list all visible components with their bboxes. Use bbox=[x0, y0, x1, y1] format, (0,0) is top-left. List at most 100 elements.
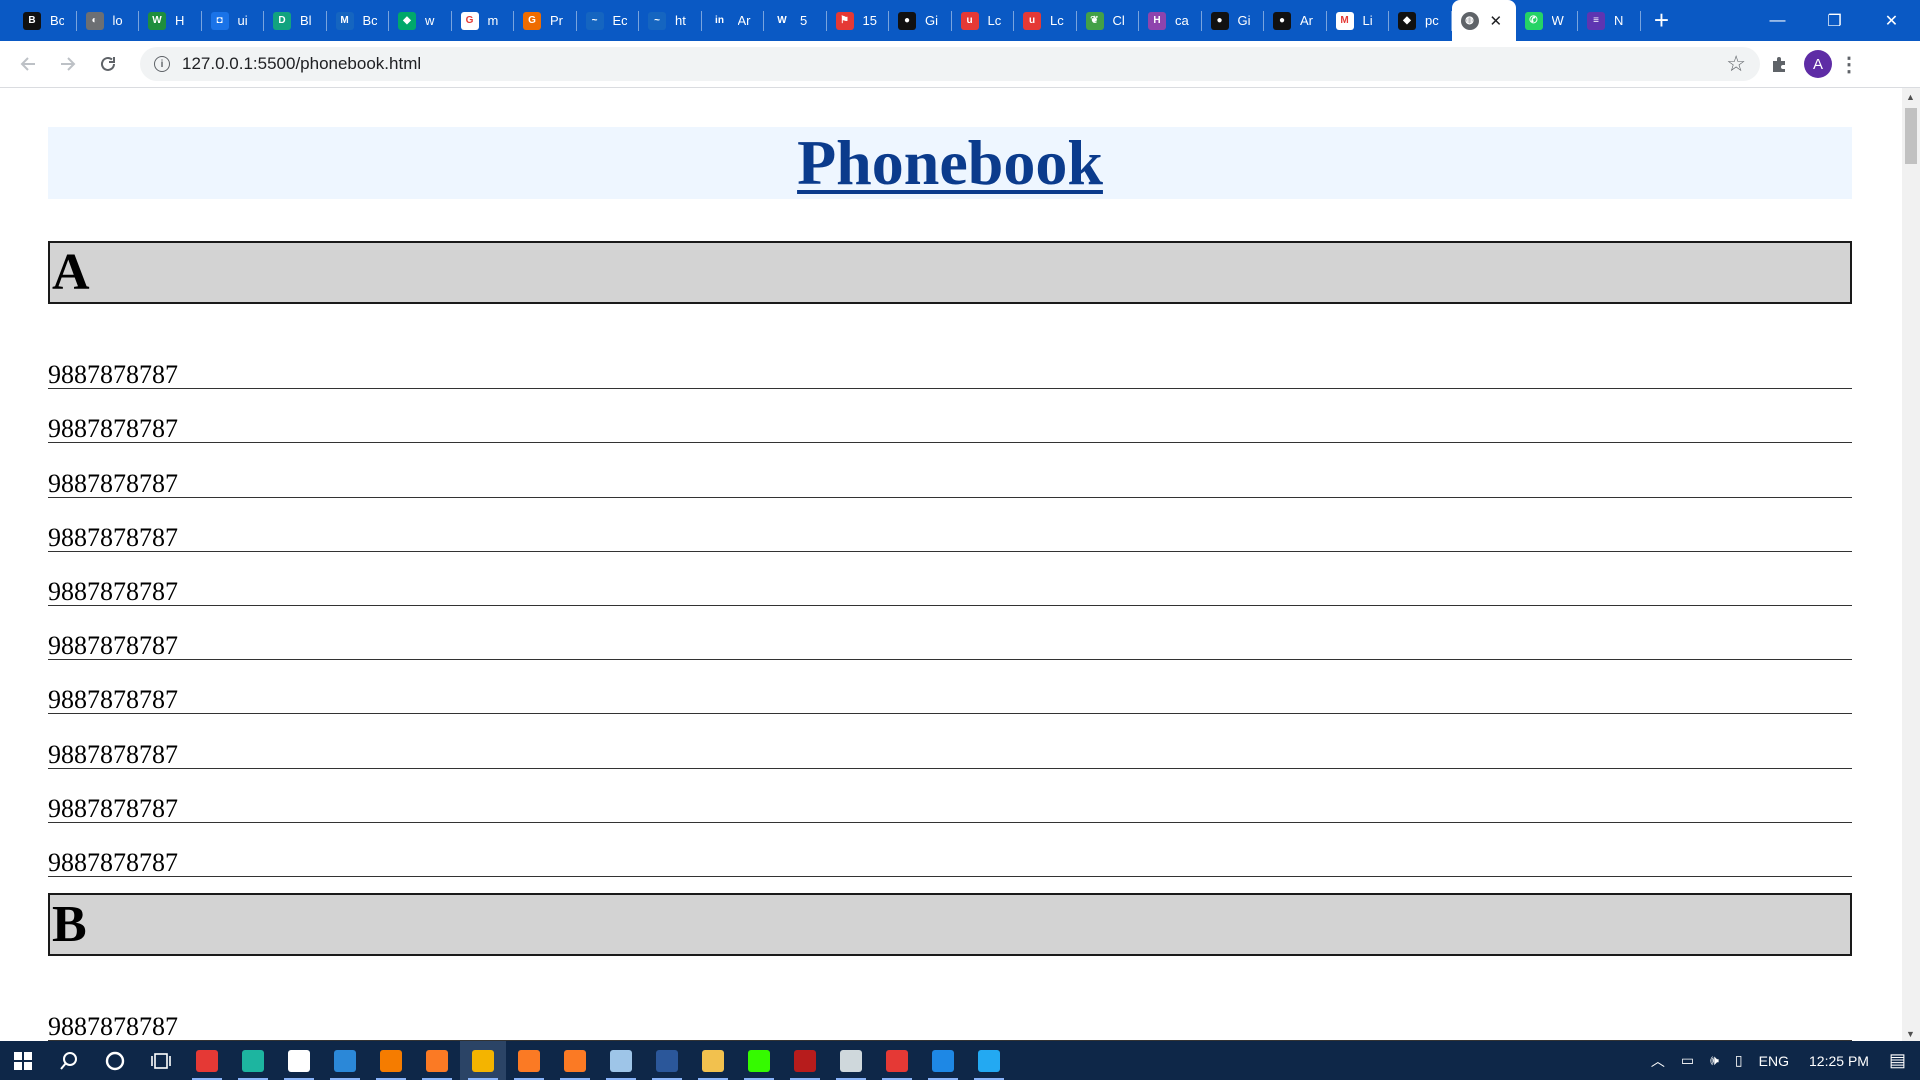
taskbar-app-app[interactable] bbox=[782, 1041, 828, 1080]
browser-tab[interactable]: M Bc bbox=[327, 0, 390, 41]
speaker-icon[interactable]: 🕪 bbox=[1710, 1052, 1719, 1069]
taskbar-app-mail[interactable] bbox=[322, 1041, 368, 1080]
browser-tab[interactable]: W5 bbox=[764, 0, 827, 41]
browser-tab[interactable]: ~ Ec bbox=[577, 0, 640, 41]
taskbar-app-store[interactable] bbox=[276, 1041, 322, 1080]
browser-tab[interactable]: D Bl bbox=[264, 0, 327, 41]
taskbar-app-edge[interactable] bbox=[230, 1041, 276, 1080]
grammarly-icon: G bbox=[523, 11, 541, 30]
edge-icon: ~ bbox=[585, 11, 604, 30]
browser-tab[interactable]: ~ ht bbox=[639, 0, 702, 41]
taskbar-apps bbox=[184, 1041, 1012, 1080]
taskbar-app-chrome[interactable] bbox=[460, 1041, 506, 1080]
taskbar-app-dreamweaver[interactable] bbox=[736, 1041, 782, 1080]
browser-tab[interactable]: ❦ Cl bbox=[1077, 0, 1140, 41]
u-icon: u bbox=[1023, 11, 1041, 30]
new-tab-button[interactable]: + bbox=[1641, 0, 1683, 41]
browser-tab[interactable]: G Pr bbox=[514, 0, 577, 41]
scroll-down-arrow-icon[interactable]: ▼ bbox=[1906, 1029, 1915, 1039]
close-tab-icon[interactable]: ✕ bbox=[1490, 12, 1503, 30]
browser-tab[interactable]: ● Ar bbox=[1264, 0, 1327, 41]
notifications-icon[interactable]: ▤ bbox=[1889, 1050, 1906, 1071]
language-indicator[interactable]: ENG bbox=[1759, 1053, 1789, 1069]
windows-logo-icon bbox=[14, 1051, 32, 1070]
phone-entry: 9887878787 bbox=[48, 606, 1852, 661]
tab-title: Ar bbox=[1300, 13, 1313, 28]
explorer-icon bbox=[702, 1049, 724, 1072]
browser-tab[interactable]: M Li bbox=[1327, 0, 1390, 41]
vlc-icon bbox=[380, 1049, 402, 1072]
taskbar-app-xampp[interactable] bbox=[414, 1041, 460, 1080]
url-text[interactable]: 127.0.0.1:5500/phonebook.html bbox=[182, 54, 421, 74]
browser-tab-active[interactable]: ◍ ✕ bbox=[1451, 0, 1516, 41]
browser-tab[interactable]: Gm bbox=[452, 0, 515, 41]
battery-icon[interactable]: ▭ bbox=[1681, 1052, 1694, 1069]
browser-tab[interactable]: ◘ ui bbox=[202, 0, 265, 41]
chevron-up-icon[interactable]: ︿ bbox=[1651, 1051, 1665, 1071]
section-letter: B bbox=[48, 893, 1852, 956]
browser-tab[interactable]: ● Gi bbox=[889, 0, 952, 41]
network-icon[interactable]: ▯ bbox=[1735, 1052, 1743, 1069]
tab-title: ui bbox=[237, 13, 248, 28]
taskbar-app-app[interactable] bbox=[828, 1041, 874, 1080]
phone-entry: 9887878787 bbox=[48, 714, 1852, 769]
taskbar-app-word[interactable] bbox=[644, 1041, 690, 1080]
tab-title: Lc bbox=[987, 13, 1002, 28]
info-icon[interactable]: i bbox=[154, 56, 170, 72]
taskbar-app-vscode[interactable] bbox=[966, 1041, 1012, 1080]
invision-icon: in bbox=[710, 11, 729, 30]
minimize-button[interactable]: — bbox=[1749, 0, 1806, 41]
menu-kebab-icon[interactable]: ⋮ bbox=[1832, 52, 1866, 77]
vertical-scrollbar[interactable]: ▲ ▼ bbox=[1902, 88, 1920, 1041]
browser-tab[interactable]: ✆ W bbox=[1516, 0, 1579, 41]
address-bar[interactable]: i 127.0.0.1:5500/phonebook.html ☆ bbox=[140, 47, 1760, 81]
mail-icon bbox=[334, 1049, 356, 1072]
page-title[interactable]: Phonebook bbox=[797, 126, 1103, 200]
phone-number: 9887878787 bbox=[48, 847, 178, 877]
cortana-button[interactable] bbox=[92, 1041, 138, 1080]
taskbar-app-xampp[interactable] bbox=[552, 1041, 598, 1080]
phone-entry: 9887878787 bbox=[48, 552, 1852, 606]
profile-avatar[interactable]: A bbox=[1804, 50, 1832, 78]
store-icon bbox=[288, 1049, 310, 1072]
browser-tab[interactable]: u Lc bbox=[1014, 0, 1077, 41]
bookmark-star-icon[interactable]: ☆ bbox=[1726, 51, 1746, 77]
browser-tab[interactable]: ◐ lo bbox=[77, 0, 140, 41]
taskbar-app-explorer[interactable] bbox=[690, 1041, 736, 1080]
gmail-icon: M bbox=[1335, 11, 1354, 30]
scroll-thumb[interactable] bbox=[1905, 108, 1917, 164]
taskbar-app-xampp[interactable] bbox=[506, 1041, 552, 1080]
taskbar-app-vlc[interactable] bbox=[368, 1041, 414, 1080]
tab-title: Ec bbox=[612, 13, 627, 28]
close-window-button[interactable]: ✕ bbox=[1863, 0, 1920, 41]
browser-tab[interactable]: ◆ w bbox=[389, 0, 452, 41]
search-button[interactable] bbox=[46, 1041, 92, 1080]
browser-tab[interactable]: in Ar bbox=[702, 0, 765, 41]
section-b: B 9887878787 bbox=[48, 893, 1852, 1041]
browser-tab[interactable]: ⚑ 15 bbox=[827, 0, 890, 41]
reload-button[interactable] bbox=[88, 44, 128, 84]
taskbar-app-app[interactable] bbox=[184, 1041, 230, 1080]
browser-tab[interactable]: ≡ N bbox=[1578, 0, 1641, 41]
flag-icon: ⚑ bbox=[835, 11, 854, 30]
clock[interactable]: 12:25 PM bbox=[1797, 1053, 1881, 1069]
browser-tab[interactable]: ◆ pc bbox=[1389, 0, 1452, 41]
forward-button[interactable] bbox=[48, 44, 88, 84]
browser-tab[interactable]: ● Gi bbox=[1202, 0, 1265, 41]
maximize-button[interactable]: ❐ bbox=[1806, 0, 1863, 41]
start-button[interactable] bbox=[0, 1041, 46, 1080]
scroll-up-arrow-icon[interactable]: ▲ bbox=[1906, 92, 1915, 102]
browser-tab[interactable]: B Bc bbox=[14, 0, 77, 41]
extensions-button[interactable] bbox=[1760, 44, 1800, 84]
vscode-icon bbox=[978, 1049, 1000, 1072]
taskbar-app-app[interactable] bbox=[920, 1041, 966, 1080]
task-view-button[interactable] bbox=[138, 1041, 184, 1080]
app-icon bbox=[196, 1049, 218, 1072]
browser-tab[interactable]: WH bbox=[139, 0, 202, 41]
taskbar-app-notepad[interactable] bbox=[598, 1041, 644, 1080]
back-button[interactable] bbox=[8, 44, 48, 84]
taskbar-app-opera[interactable] bbox=[874, 1041, 920, 1080]
browser-tab[interactable]: Hca bbox=[1139, 0, 1202, 41]
browser-tab[interactable]: u Lc bbox=[952, 0, 1015, 41]
github-icon: ● bbox=[1273, 11, 1291, 30]
